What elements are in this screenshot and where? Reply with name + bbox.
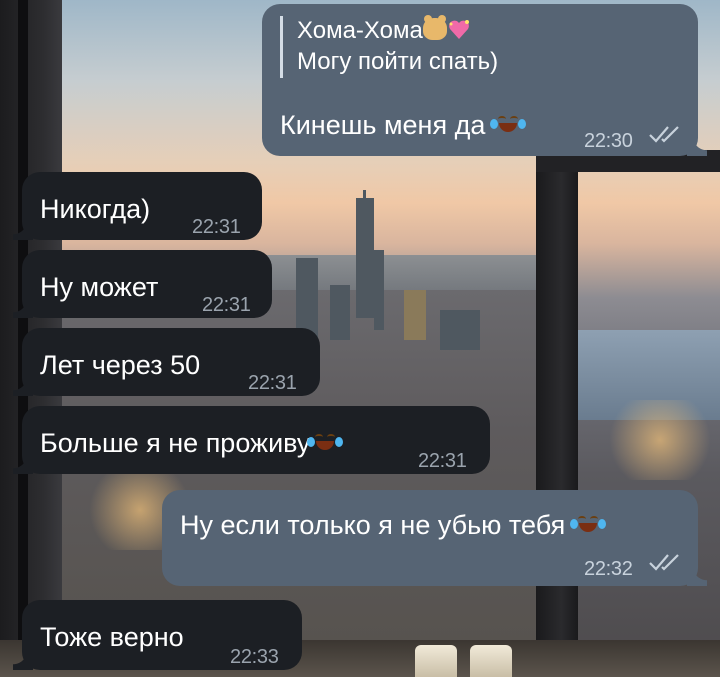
message-bubble-incoming[interactable]: Никогда) 22:31 [13, 172, 262, 240]
message-list[interactable]: Хома-Хома Могу пойти спать) Кинешь меня … [0, 0, 720, 677]
message-bubble-outgoing[interactable]: Ну если только я не убью тебя 22:32 [162, 490, 707, 586]
hamster-face-icon [422, 15, 447, 40]
message-text: Больше я не проживу [40, 428, 311, 458]
message-text: Ну может [40, 272, 159, 302]
message-text-row: Ну если только я не убью тебя [180, 508, 606, 542]
read-receipt-icon [649, 554, 679, 571]
message-time: 22:32 [584, 558, 633, 580]
laughing-crying-icon [489, 108, 526, 138]
message-bubble-incoming[interactable]: Тоже верно 22:33 [13, 600, 302, 670]
reply-quote[interactable]: Хома-Хома Могу пойти спать) [280, 15, 499, 78]
reply-author-name: Хома-Хома [297, 17, 423, 44]
read-receipt-icon [649, 126, 679, 143]
message-time: 22:31 [248, 372, 297, 394]
sparkling-heart-icon [448, 20, 469, 39]
reply-text: Могу пойти спать) [297, 48, 499, 75]
message-text-row: Кинешь меня да [280, 108, 526, 142]
message-bubble-incoming[interactable]: Больше я не проживу 22:31 [13, 406, 490, 474]
laughing-crying-icon [307, 426, 344, 456]
message-time: 22:30 [584, 130, 633, 152]
message-text: Кинешь меня да [280, 110, 486, 140]
message-bubble-outgoing[interactable]: Хома-Хома Могу пойти спать) Кинешь меня … [262, 4, 707, 156]
message-time: 22:31 [192, 216, 241, 238]
laughing-crying-icon [569, 508, 606, 538]
message-text-row: Больше я не проживу [40, 426, 344, 460]
message-text: Ну если только я не убью тебя [180, 510, 566, 540]
message-time: 22:31 [418, 450, 467, 472]
message-time: 22:33 [230, 646, 279, 668]
message-bubble-incoming[interactable]: Ну может 22:31 [13, 250, 272, 318]
message-text: Тоже верно [40, 622, 184, 652]
reply-author: Хома-Хома [297, 15, 498, 46]
message-text: Лет через 50 [40, 350, 201, 380]
message-time: 22:31 [202, 294, 251, 316]
message-bubble-incoming[interactable]: Лет через 50 22:31 [13, 328, 320, 396]
message-text: Никогда) [40, 194, 151, 224]
